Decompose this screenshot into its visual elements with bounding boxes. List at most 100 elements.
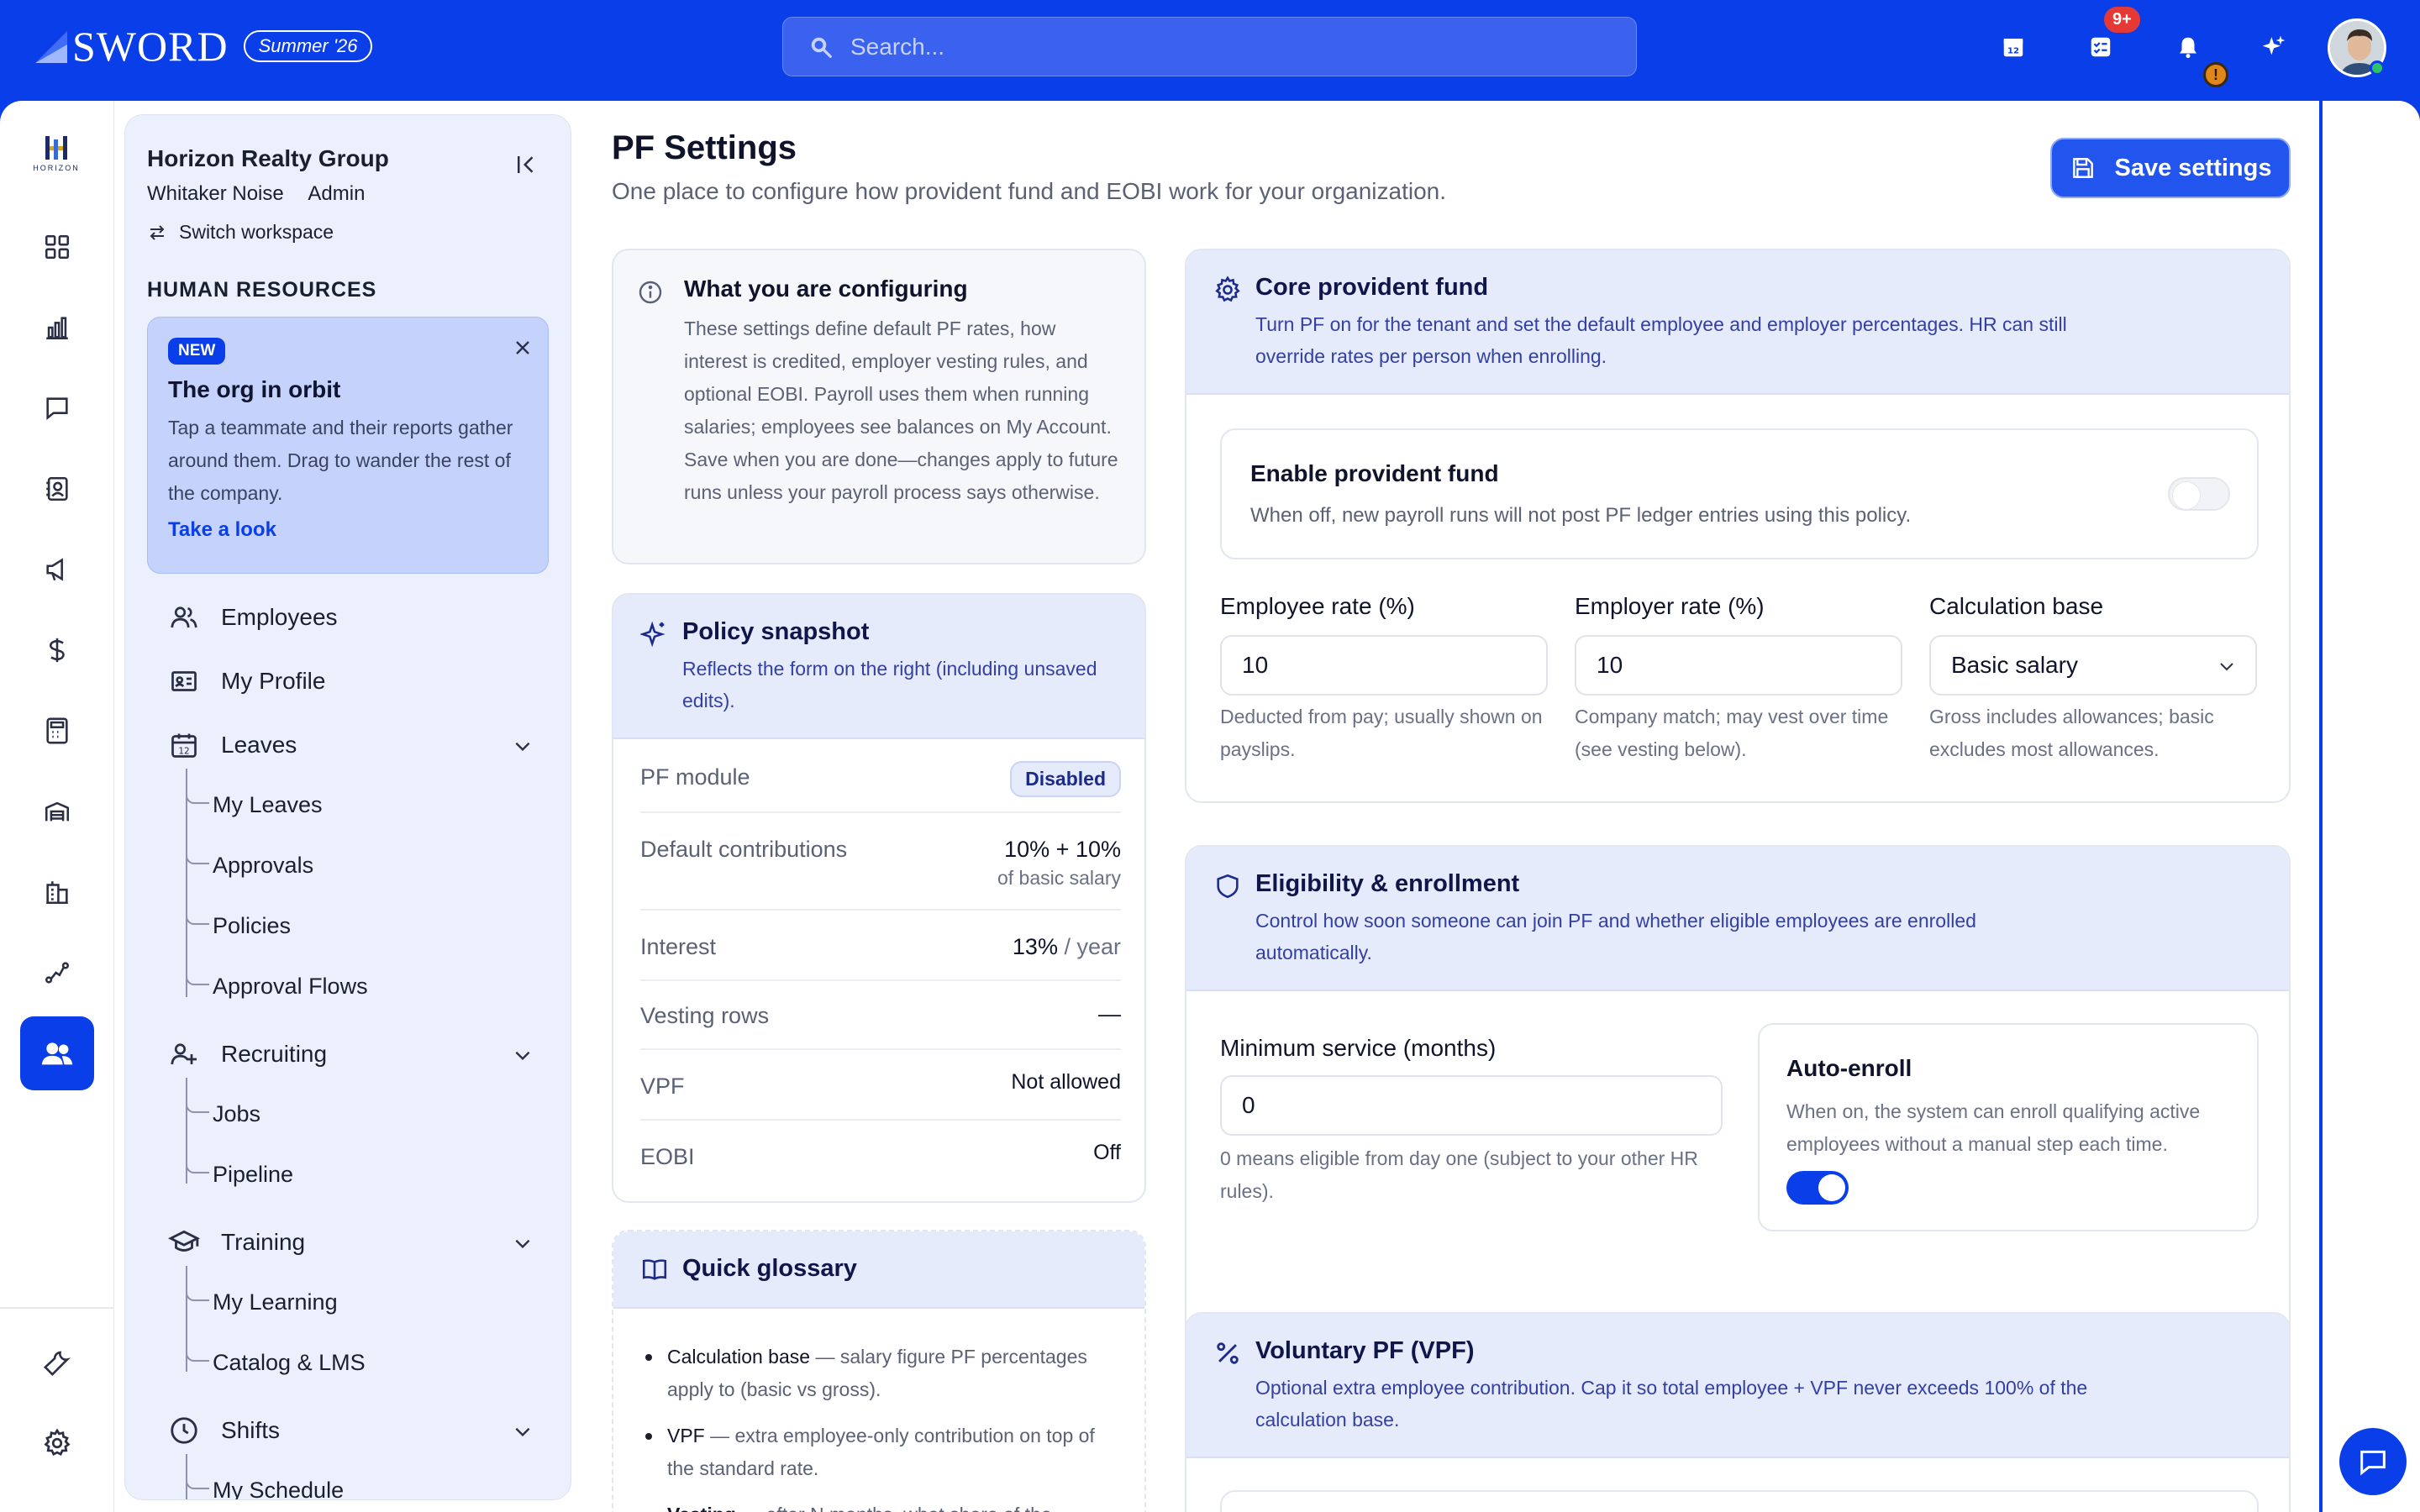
shield-icon xyxy=(1217,874,1239,899)
page-title: PF Settings xyxy=(612,129,797,166)
promo-link[interactable]: Take a look xyxy=(168,518,276,542)
nav-item-my-profile[interactable]: My Profile xyxy=(167,664,325,698)
glossary-list: Calculation base — salary figure PF perc… xyxy=(640,1341,1111,1512)
snapshot-value: 10% + 10% xyxy=(1004,837,1121,862)
swap-icon xyxy=(150,224,165,240)
employee-rate-input[interactable]: 10 xyxy=(1220,635,1548,696)
toggle-knob xyxy=(2173,482,2200,509)
core-title: Core provident fund xyxy=(1255,274,1489,301)
warehouse-icon[interactable] xyxy=(37,791,77,832)
search-input[interactable]: Search... xyxy=(850,34,944,60)
nav-subitem-my-leaves[interactable]: My Leaves xyxy=(213,792,323,818)
chevron-down-icon[interactable] xyxy=(512,1420,534,1442)
glossary-term: Vesting xyxy=(667,1504,736,1512)
dollar-icon[interactable] xyxy=(37,630,77,670)
chevron-down-icon xyxy=(2220,663,2233,671)
nav-item-employees[interactable]: Employees xyxy=(167,601,338,634)
nav-item-leaves[interactable]: 12 Leaves xyxy=(167,728,297,762)
bell-icon[interactable] xyxy=(2171,30,2205,64)
calc-base-select[interactable]: Basic salary xyxy=(1929,635,2257,696)
nav-item-training[interactable]: Training xyxy=(167,1226,305,1259)
user-plus-icon xyxy=(167,1037,201,1071)
eligibility-subtitle: Control how soon someone can join PF and… xyxy=(1255,910,1976,963)
employer-rate-input[interactable]: 10 xyxy=(1575,635,1902,696)
close-icon[interactable] xyxy=(511,336,534,360)
calendar-icon[interactable]: 12 xyxy=(1996,30,2030,64)
calculator-icon[interactable] xyxy=(37,711,77,751)
nav-label: My Profile xyxy=(221,668,326,694)
nav-subitem-my-learning[interactable]: My Learning xyxy=(213,1289,338,1315)
horizon-logo[interactable]: HORIZON xyxy=(29,133,84,175)
info-icon xyxy=(639,281,662,304)
info-card: What you are configuring These settings … xyxy=(612,249,1146,564)
save-settings-button[interactable]: Save settings xyxy=(2050,138,2291,198)
core-subtitle: Turn PF on for the tenant and set the de… xyxy=(1255,313,2067,367)
sword-logo-icon xyxy=(35,31,67,63)
eligibility-card: Eligibility & enrollment Control how soo… xyxy=(1185,845,2291,1371)
eligibility-header: Eligibility & enrollment Control how soo… xyxy=(1186,847,2289,991)
auto-enroll-toggle[interactable] xyxy=(1786,1171,1849,1205)
nav-subitem-catalog-lms[interactable]: Catalog & LMS xyxy=(213,1350,366,1376)
glossary-item: VPF — extra employee-only contribution o… xyxy=(640,1420,1111,1485)
brand[interactable]: SWORD Summer '26 xyxy=(34,22,373,71)
tree-elbow xyxy=(186,848,209,864)
tree-elbow xyxy=(186,1345,209,1362)
tree-elbow xyxy=(186,1284,209,1301)
snapshot-value: Off xyxy=(1093,1141,1121,1164)
snapshot-row-contributions: Default contributions 10% + 10% of basic… xyxy=(640,813,1121,911)
nav-item-recruiting[interactable]: Recruiting xyxy=(167,1037,327,1071)
chat-icon[interactable] xyxy=(37,388,77,428)
people-icon[interactable] xyxy=(20,1016,94,1090)
switch-workspace-link[interactable]: Switch workspace xyxy=(147,221,334,244)
snapshot-header: Policy snapshot Reflects the form on the… xyxy=(613,595,1144,739)
glossary-title: Quick glossary xyxy=(682,1255,857,1282)
snapshot-row-vesting: Vesting rows — xyxy=(640,981,1121,1050)
enable-pf-toggle[interactable] xyxy=(2168,477,2230,511)
analytics-icon[interactable] xyxy=(37,307,77,348)
enable-pf-box: Enable provident fund When off, new payr… xyxy=(1220,428,2259,559)
status-badge: Disabled xyxy=(1010,761,1121,797)
megaphone-icon[interactable] xyxy=(37,549,77,590)
snapshot-label: Vesting rows xyxy=(640,1003,770,1028)
task-list-icon[interactable] xyxy=(2084,30,2118,64)
vpf-title: Voluntary PF (VPF) xyxy=(1255,1337,1475,1364)
percent-icon xyxy=(1217,1342,1239,1364)
chevron-down-icon[interactable] xyxy=(512,1232,534,1254)
dashboard-icon[interactable] xyxy=(37,227,77,267)
nav-item-shifts[interactable]: Shifts xyxy=(167,1414,280,1447)
toggle-knob xyxy=(1818,1174,1845,1201)
collapse-sidebar-icon[interactable] xyxy=(513,152,539,177)
nav-subitem-approval-flows[interactable]: Approval Flows xyxy=(213,974,368,1000)
season-pill: Summer '26 xyxy=(243,30,373,62)
search-bar[interactable]: Search... xyxy=(782,17,1637,76)
sparkle-icon xyxy=(640,621,666,648)
chat-support-button[interactable] xyxy=(2339,1428,2407,1495)
tree-elbow xyxy=(186,1473,209,1489)
policy-snapshot-card: Policy snapshot Reflects the form on the… xyxy=(612,593,1146,1203)
section-label: HUMAN RESOURCES xyxy=(147,278,377,302)
min-service-input[interactable]: 0 xyxy=(1220,1075,1723,1136)
glossary-def: — after N months, what share of the xyxy=(736,1504,1051,1512)
nav-subitem-policies[interactable]: Policies xyxy=(213,913,291,939)
route-icon[interactable] xyxy=(37,953,77,993)
calc-base-value: Basic salary xyxy=(1951,652,2078,678)
snapshot-note: of basic salary xyxy=(997,867,1121,889)
nav-subitem-approvals[interactable]: Approvals xyxy=(213,853,313,879)
nav-subitem-my-schedule[interactable]: My Schedule xyxy=(213,1478,344,1499)
sparkle-ai-icon[interactable] xyxy=(2257,30,2291,64)
search-icon xyxy=(811,37,832,58)
building-icon[interactable] xyxy=(37,872,77,912)
rail-divider xyxy=(0,1307,114,1309)
new-badge: NEW xyxy=(168,338,226,365)
contacts-icon[interactable] xyxy=(37,469,77,509)
wrench-icon[interactable] xyxy=(37,1342,77,1383)
nav-subitem-jobs[interactable]: Jobs xyxy=(213,1101,260,1127)
auto-enroll-title: Auto-enroll xyxy=(1786,1055,1912,1081)
nav-subitem-pipeline[interactable]: Pipeline xyxy=(213,1162,293,1188)
snapshot-title: Policy snapshot xyxy=(682,618,870,645)
gear-icon[interactable] xyxy=(37,1423,77,1463)
min-service-label: Minimum service (months) xyxy=(1220,1035,1497,1061)
chevron-down-icon[interactable] xyxy=(512,1044,534,1066)
chevron-down-icon[interactable] xyxy=(512,735,534,757)
snapshot-value: 13% / year xyxy=(1013,934,1121,960)
